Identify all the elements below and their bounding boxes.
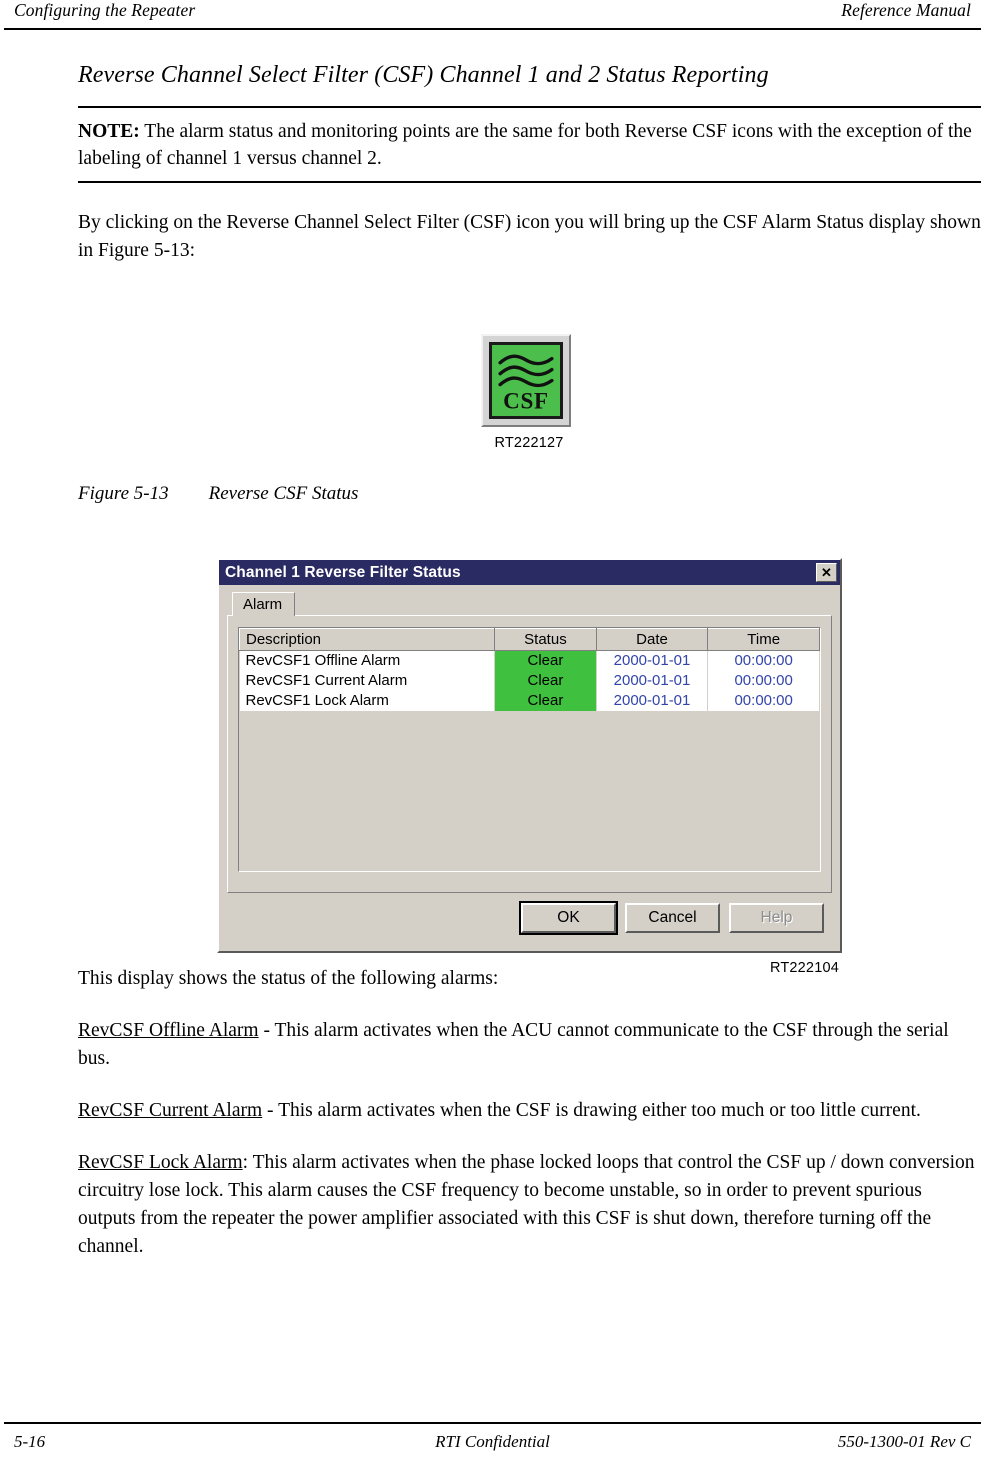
dialog-body: Alarm Description Status Date Time RevCS… bbox=[219, 585, 840, 951]
footer-divider bbox=[4, 1422, 981, 1424]
figure-title: Reverse CSF Status bbox=[208, 483, 359, 504]
csf-icon[interactable]: CSF bbox=[489, 342, 563, 419]
table-row[interactable]: RevCSF1 Current Alarm Clear 2000-01-01 0… bbox=[239, 670, 820, 691]
csf-icon-bezel[interactable]: CSF bbox=[481, 334, 571, 427]
intro-paragraph: By clicking on the Reverse Channel Selec… bbox=[78, 212, 981, 261]
cell-description: RevCSF1 Lock Alarm bbox=[239, 690, 496, 711]
help-button[interactable]: Help bbox=[729, 903, 824, 933]
tab-panel-alarm: Description Status Date Time RevCSF1 Off… bbox=[227, 615, 832, 893]
note-label: NOTE: bbox=[78, 121, 140, 142]
header-divider bbox=[4, 28, 981, 30]
alarm-term-lock: RevCSF Lock Alarm bbox=[78, 1152, 243, 1173]
page-header: Configuring the Repeater Reference Manua… bbox=[0, 0, 985, 30]
csf-icon-rt-number: RT222127 bbox=[494, 435, 564, 451]
tab-alarm[interactable]: Alarm bbox=[232, 592, 296, 616]
csf-waves-icon: CSF bbox=[498, 354, 554, 415]
alarm-descriptions: This display shows the status of the fol… bbox=[78, 965, 981, 1261]
dialog-titlebar[interactable]: Channel 1 Reverse Filter Status ✕ bbox=[219, 560, 840, 585]
cell-time: 00:00:00 bbox=[707, 690, 820, 711]
csf-icon-wrapper: CSF RT222127 bbox=[481, 334, 577, 451]
dialog-title: Channel 1 Reverse Filter Status bbox=[225, 563, 461, 581]
column-header-status[interactable]: Status bbox=[494, 628, 597, 651]
alarm-grid-header-row: Description Status Date Time bbox=[238, 628, 820, 651]
figure-caption: Figure 5-13 Reverse CSF Status bbox=[78, 483, 358, 505]
header-left-text: Configuring the Repeater bbox=[14, 0, 196, 20]
alarm-term-current: RevCSF Current Alarm bbox=[78, 1100, 263, 1121]
footer-document-number: 550-1300-01 Rev C bbox=[837, 1432, 971, 1451]
column-header-time[interactable]: Time bbox=[707, 628, 820, 651]
content-column: Reverse Channel Select Filter (CSF) Chan… bbox=[78, 60, 981, 265]
close-icon[interactable]: ✕ bbox=[816, 563, 837, 582]
page-footer: 5-16 RTI Confidential 550-1300-01 Rev C bbox=[0, 1432, 985, 1458]
cell-date: 2000-01-01 bbox=[596, 690, 709, 711]
csf-icon-label: CSF bbox=[503, 388, 549, 414]
ok-button[interactable]: OK bbox=[519, 901, 618, 935]
alarm-offline-paragraph: RevCSF Offline Alarm - This alarm activa… bbox=[78, 1017, 981, 1073]
cell-description: RevCSF1 Offline Alarm bbox=[239, 650, 496, 671]
status-badge: Clear bbox=[494, 690, 597, 711]
table-row[interactable]: RevCSF1 Offline Alarm Clear 2000-01-01 0… bbox=[239, 650, 820, 671]
alarm-grid-container[interactable]: Description Status Date Time RevCSF1 Off… bbox=[238, 627, 821, 872]
section-title: Reverse Channel Select Filter (CSF) Chan… bbox=[78, 62, 769, 88]
dialog-figure: Channel 1 Reverse Filter Status ✕ Alarm bbox=[217, 558, 842, 976]
cell-time: 00:00:00 bbox=[707, 670, 820, 691]
figure-number: Figure 5-13 bbox=[78, 483, 169, 504]
alarm-term-offline: RevCSF Offline Alarm bbox=[78, 1020, 259, 1041]
note-paragraph: NOTE: The alarm status and monitoring po… bbox=[78, 118, 981, 172]
cancel-button[interactable]: Cancel bbox=[625, 903, 720, 933]
alarm-current-paragraph: RevCSF Current Alarm - This alarm activa… bbox=[78, 1097, 981, 1125]
table-row[interactable]: RevCSF1 Lock Alarm Clear 2000-01-01 00:0… bbox=[239, 690, 820, 711]
status-badge: Clear bbox=[494, 650, 597, 671]
alarm-grid: Description Status Date Time RevCSF1 Off… bbox=[238, 628, 820, 711]
column-header-date[interactable]: Date bbox=[595, 628, 709, 651]
cell-date: 2000-01-01 bbox=[596, 670, 709, 691]
alarms-intro: This display shows the status of the fol… bbox=[78, 968, 499, 989]
note-text: The alarm status and monitoring points a… bbox=[78, 121, 972, 169]
status-badge: Clear bbox=[494, 670, 597, 691]
cell-description: RevCSF1 Current Alarm bbox=[239, 670, 496, 691]
tab-strip: Alarm bbox=[232, 592, 832, 616]
alarm-desc-current: - This alarm activates when the CSF is d… bbox=[262, 1100, 921, 1121]
header-right-text: Reference Manual bbox=[841, 0, 971, 20]
cell-time: 00:00:00 bbox=[707, 650, 820, 671]
alarm-lock-paragraph: RevCSF Lock Alarm: This alarm activates … bbox=[78, 1149, 981, 1261]
reverse-filter-status-dialog: Channel 1 Reverse Filter Status ✕ Alarm bbox=[217, 558, 842, 953]
cell-date: 2000-01-01 bbox=[596, 650, 709, 671]
note-block: NOTE: The alarm status and monitoring po… bbox=[78, 106, 981, 183]
column-header-description[interactable]: Description bbox=[238, 628, 496, 651]
dialog-button-row: OK Cancel Help bbox=[227, 893, 832, 943]
